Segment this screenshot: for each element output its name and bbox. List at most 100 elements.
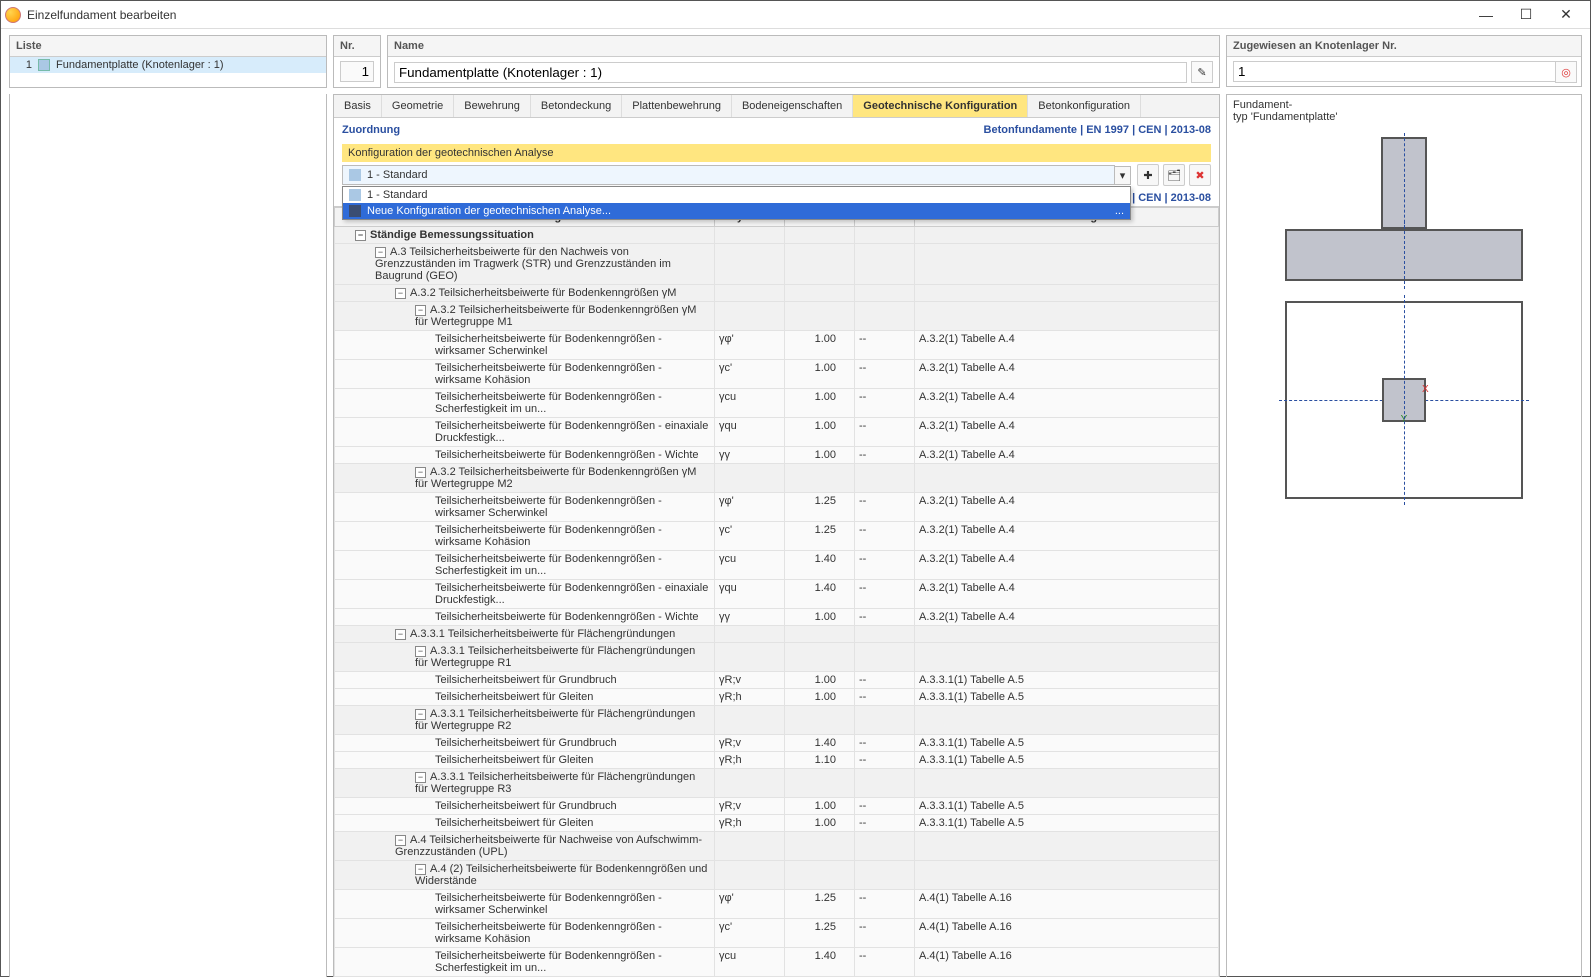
row-unit	[855, 285, 915, 302]
tree-toggle-icon[interactable]: −	[355, 230, 366, 241]
titlebar: Einzelfundament bearbeiten — ☐ ✕	[1, 1, 1590, 29]
tree-toggle-icon[interactable]: −	[415, 709, 426, 720]
table-row[interactable]: −A.3.3.1 Teilsicherheitsbeiwerte für Flä…	[335, 706, 1219, 735]
preview-column-elevation	[1381, 137, 1427, 229]
row-description: Teilsicherheitsbeiwert für Grundbruch	[435, 737, 617, 749]
table-row[interactable]: −Ständige Bemessungssituation	[335, 227, 1219, 244]
preview-header: Fundament- typ 'Fundamentplatte'	[1227, 95, 1581, 127]
tree-toggle-icon[interactable]: −	[415, 772, 426, 783]
assign-input[interactable]	[1233, 61, 1575, 82]
table-row[interactable]: −A.3 Teilsicherheitsbeiwerte für den Nac…	[335, 244, 1219, 285]
config-combo-caret[interactable]: ▾	[1115, 166, 1131, 185]
tab-geometrie[interactable]: Geometrie	[382, 95, 454, 117]
config-option-label: 1 - Standard	[367, 189, 428, 201]
row-unit	[855, 643, 915, 672]
row-description: Teilsicherheitsbeiwerte für Bodenkenngrö…	[435, 892, 662, 916]
table-row[interactable]: Teilsicherheitsbeiwert für GrundbruchγR;…	[335, 672, 1219, 689]
nr-panel-header: Nr.	[334, 36, 380, 57]
minimize-button[interactable]: —	[1466, 1, 1506, 29]
nr-input[interactable]	[340, 61, 374, 82]
config-dropdown: 1 - Standard Neue Konfiguration der geot…	[342, 186, 1131, 220]
config-option[interactable]: 1 - Standard	[343, 187, 1130, 203]
row-val: 1.40	[785, 580, 855, 609]
table-row[interactable]: −A.4 (2) Teilsicherheitsbeiwerte für Bod…	[335, 861, 1219, 890]
table-row[interactable]: Teilsicherheitsbeiwerte für Bodenkenngrö…	[335, 447, 1219, 464]
table-row[interactable]: Teilsicherheitsbeiwerte für Bodenkenngrö…	[335, 493, 1219, 522]
config-option-new[interactable]: Neue Konfiguration der geotechnischen An…	[343, 203, 1130, 219]
tab-betondeckung[interactable]: Betondeckung	[531, 95, 622, 117]
tree-toggle-icon[interactable]: −	[375, 247, 386, 258]
tab-bewehrung[interactable]: Bewehrung	[454, 95, 531, 117]
table-row[interactable]: Teilsicherheitsbeiwerte für Bodenkenngrö…	[335, 389, 1219, 418]
table-row[interactable]: Teilsicherheitsbeiwert für GrundbruchγR;…	[335, 735, 1219, 752]
config-delete-button[interactable]: ✖	[1189, 164, 1211, 186]
row-sym	[715, 227, 785, 244]
table-row[interactable]: Teilsicherheitsbeiwerte für Bodenkenngrö…	[335, 360, 1219, 389]
parameter-grid[interactable]: Beschreibung Symbol Wert Einheit Anmerku…	[334, 206, 1219, 977]
row-note: A.3.2(1) Tabelle A.4	[915, 331, 1219, 360]
table-row[interactable]: −A.4 Teilsicherheitsbeiwerte für Nachwei…	[335, 832, 1219, 861]
row-description: Teilsicherheitsbeiwerte für Bodenkenngrö…	[435, 582, 708, 606]
row-description: Teilsicherheitsbeiwert für Gleiten	[435, 691, 593, 703]
row-sym: γc'	[715, 360, 785, 389]
table-row[interactable]: Teilsicherheitsbeiwert für GleitenγR;h1.…	[335, 815, 1219, 832]
tree-toggle-icon[interactable]: −	[415, 467, 426, 478]
table-row[interactable]: Teilsicherheitsbeiwert für GleitenγR;h1.…	[335, 752, 1219, 769]
table-row[interactable]: Teilsicherheitsbeiwerte für Bodenkenngrö…	[335, 890, 1219, 919]
table-row[interactable]: −A.3.3.1 Teilsicherheitsbeiwerte für Flä…	[335, 643, 1219, 672]
row-sym: γφ'	[715, 331, 785, 360]
config-new-button[interactable]: ✚	[1137, 164, 1159, 186]
table-row[interactable]: Teilsicherheitsbeiwerte für Bodenkenngrö…	[335, 331, 1219, 360]
tree-toggle-icon[interactable]: −	[395, 629, 406, 640]
row-unit: --	[855, 493, 915, 522]
list-item[interactable]: 1 Fundamentplatte (Knotenlager : 1)	[10, 57, 326, 73]
row-sym: γR;v	[715, 798, 785, 815]
list-body[interactable]: 1 Fundamentplatte (Knotenlager : 1)	[10, 57, 326, 87]
row-val	[785, 244, 855, 285]
maximize-button[interactable]: ☐	[1506, 1, 1546, 29]
row-note: A.3.2(1) Tabelle A.4	[915, 360, 1219, 389]
table-row[interactable]: Teilsicherheitsbeiwerte für Bodenkenngrö…	[335, 551, 1219, 580]
tree-toggle-icon[interactable]: −	[415, 864, 426, 875]
tab-betonkonfiguration[interactable]: Betonkonfiguration	[1028, 95, 1141, 117]
table-row[interactable]: −A.3.3.1 Teilsicherheitsbeiwerte für Flä…	[335, 626, 1219, 643]
tree-toggle-icon[interactable]: −	[415, 646, 426, 657]
tree-toggle-icon[interactable]: −	[395, 835, 406, 846]
table-row[interactable]: Teilsicherheitsbeiwerte für Bodenkenngrö…	[335, 919, 1219, 948]
row-val	[785, 227, 855, 244]
row-sym: γqu	[715, 418, 785, 447]
row-note	[915, 769, 1219, 798]
table-row[interactable]: Teilsicherheitsbeiwerte für Bodenkenngrö…	[335, 580, 1219, 609]
table-row[interactable]: −A.3.2 Teilsicherheitsbeiwerte für Boden…	[335, 464, 1219, 493]
tab-bodeneigenschaften[interactable]: Bodeneigenschaften	[732, 95, 853, 117]
tree-toggle-icon[interactable]: −	[415, 305, 426, 316]
pick-node-button[interactable]: ◎	[1555, 61, 1577, 83]
row-val: 1.25	[785, 522, 855, 551]
table-row[interactable]: Teilsicherheitsbeiwerte für Bodenkenngrö…	[335, 522, 1219, 551]
table-row[interactable]: −A.3.2 Teilsicherheitsbeiwerte für Boden…	[335, 302, 1219, 331]
row-description: Teilsicherheitsbeiwerte für Bodenkenngrö…	[435, 449, 699, 461]
table-row[interactable]: −A.3.3.1 Teilsicherheitsbeiwerte für Flä…	[335, 769, 1219, 798]
name-input[interactable]	[394, 62, 1187, 83]
table-row[interactable]: Teilsicherheitsbeiwert für GleitenγR;h1.…	[335, 689, 1219, 706]
row-note: A.3.3.1(1) Tabelle A.5	[915, 689, 1219, 706]
table-row[interactable]: −A.3.2 Teilsicherheitsbeiwerte für Boden…	[335, 285, 1219, 302]
row-description: A.3.3.1 Teilsicherheitsbeiwerte für Fläc…	[410, 628, 675, 640]
row-note: A.4(1) Tabelle A.16	[915, 890, 1219, 919]
tab-basis[interactable]: Basis	[334, 95, 382, 117]
tree-toggle-icon[interactable]: −	[395, 288, 406, 299]
edit-name-button[interactable]: ✎	[1191, 61, 1213, 83]
config-manage-button[interactable]: 🗂	[1163, 164, 1185, 186]
tab-geotechnische-konfiguration[interactable]: Geotechnische Konfiguration	[853, 95, 1028, 117]
row-note	[915, 464, 1219, 493]
tab-plattenbewehrung[interactable]: Plattenbewehrung	[622, 95, 732, 117]
row-unit: --	[855, 798, 915, 815]
table-row[interactable]: Teilsicherheitsbeiwerte für Bodenkenngrö…	[335, 609, 1219, 626]
table-row[interactable]: Teilsicherheitsbeiwerte für Bodenkenngrö…	[335, 418, 1219, 447]
table-row[interactable]: Teilsicherheitsbeiwerte für Bodenkenngrö…	[335, 948, 1219, 977]
close-button[interactable]: ✕	[1546, 1, 1586, 29]
row-unit	[855, 302, 915, 331]
row-description: Teilsicherheitsbeiwert für Grundbruch	[435, 674, 617, 686]
table-row[interactable]: Teilsicherheitsbeiwert für GrundbruchγR;…	[335, 798, 1219, 815]
config-combo[interactable]: 1 - Standard	[342, 165, 1115, 185]
